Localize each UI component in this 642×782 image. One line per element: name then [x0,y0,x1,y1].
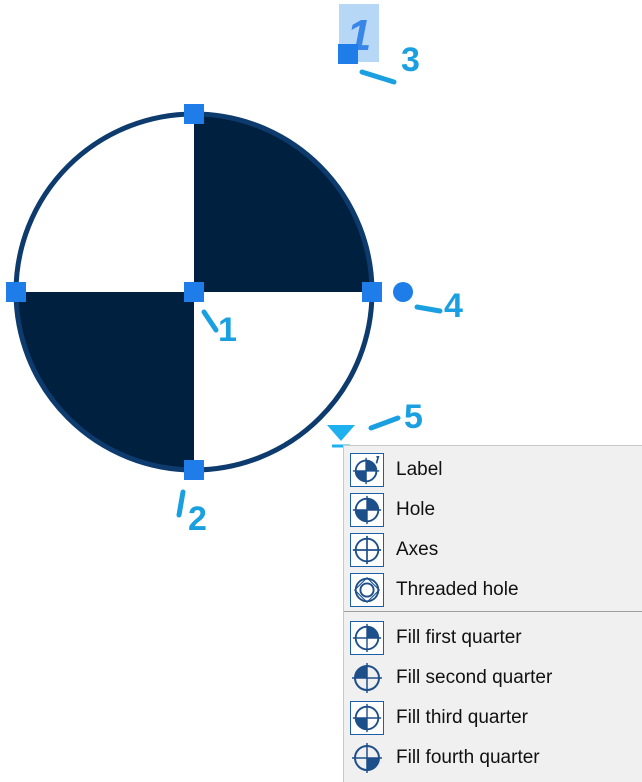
menu-item-fill-second-quarter-text: Fill second quarter [396,667,553,688]
grip-context-menu: Label Hole Axes Threaded hole Fill first… [343,445,642,782]
menu-item-fill-first-quarter[interactable]: Fill first quarter [344,619,642,657]
menu-separator [344,611,642,612]
left-grip[interactable] [6,282,26,302]
callout-5-leader [368,415,401,431]
label-icon [350,453,384,487]
menu-item-hole[interactable]: Hole [344,491,642,529]
callout-number-1: 1 [218,311,237,349]
menu-item-axes[interactable]: Axes [344,531,642,569]
label-grip[interactable] [338,44,358,64]
axes-icon [350,533,384,567]
callout-number-5: 5 [404,398,423,436]
menu-grip-icon[interactable] [327,425,355,441]
menu-item-fill-second-quarter[interactable]: Fill second quarter [344,659,642,697]
radius-grip[interactable] [393,282,413,302]
callout-2-leader [176,489,186,518]
right-grip[interactable] [362,282,382,302]
menu-item-threaded-hole-text: Threaded hole [396,579,519,600]
menu-item-fill-first-quarter-text: Fill first quarter [396,627,522,648]
callout-number-2: 2 [188,500,207,538]
bottom-grip[interactable] [184,460,204,480]
fill-first-quarter-icon [350,621,384,655]
callout-4-leader [414,304,443,314]
menu-item-axes-text: Axes [396,539,439,560]
fill-fourth-quarter-icon [350,741,384,775]
menu-item-label-text: Label [396,459,443,480]
fill-second-quarter-icon [350,661,384,695]
center-grip[interactable] [184,282,204,302]
menu-item-threaded-hole[interactable]: Threaded hole [344,571,642,609]
callout-number-4: 4 [444,287,463,325]
callout-1-leader [201,309,219,333]
menu-item-fill-third-quarter[interactable]: Fill third quarter [344,699,642,737]
menu-item-fill-fourth-quarter-text: Fill fourth quarter [396,747,540,768]
menu-item-fill-fourth-quarter[interactable]: Fill fourth quarter [344,739,642,777]
callout-number-3: 3 [401,41,420,79]
menu-item-label[interactable]: Label [344,451,642,489]
threaded-hole-icon [350,573,384,607]
menu-item-hole-text: Hole [396,499,436,520]
hole-icon [350,493,384,527]
top-grip[interactable] [184,104,204,124]
callout-3-leader [359,69,397,85]
menu-item-fill-third-quarter-text: Fill third quarter [396,707,528,728]
fill-third-quarter-icon [350,701,384,735]
